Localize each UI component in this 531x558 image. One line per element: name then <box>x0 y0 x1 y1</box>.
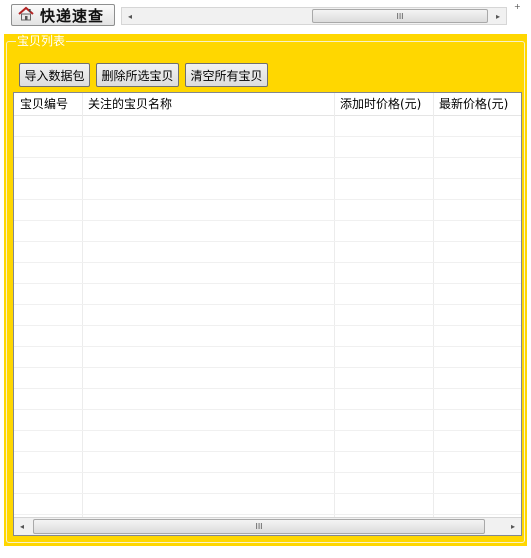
clear-all-button[interactable]: 清空所有宝贝 <box>185 63 268 87</box>
column-header-item-id[interactable]: 宝贝编号 <box>14 93 82 115</box>
top-toolbar: 快递速查 ◂ III ▸ + <box>0 0 531 34</box>
table-header: 宝贝编号 关注的宝贝名称 添加时价格(元) 最新价格(元) <box>14 93 521 116</box>
item-table[interactable]: 宝贝编号 关注的宝贝名称 添加时价格(元) 最新价格(元) ◂ III ▸ <box>13 92 522 536</box>
row-divider <box>14 493 521 494</box>
row-divider <box>14 409 521 410</box>
table-scrollbar-thumb[interactable]: III <box>33 519 485 534</box>
group-title: 宝贝列表 <box>16 34 67 48</box>
row-divider <box>14 220 521 221</box>
column-header-item-name[interactable]: 关注的宝贝名称 <box>82 93 334 115</box>
row-divider <box>14 283 521 284</box>
row-divider <box>14 514 521 515</box>
column-header-latest-price[interactable]: 最新价格(元) <box>433 93 521 115</box>
row-divider <box>14 472 521 473</box>
scroll-right-arrow-icon[interactable]: ▸ <box>490 8 506 24</box>
item-list-groupbox: 宝贝列表 导入数据包 删除所选宝贝 清空所有宝贝 宝贝编号 关注的宝贝名称 添加… <box>6 34 525 543</box>
scroll-left-arrow-icon[interactable]: ◂ <box>122 8 138 24</box>
delete-selected-button[interactable]: 删除所选宝贝 <box>96 63 179 87</box>
row-divider <box>14 136 521 137</box>
row-divider <box>14 430 521 431</box>
table-scroll-left-icon[interactable]: ◂ <box>14 518 30 535</box>
row-divider <box>14 178 521 179</box>
table-horizontal-scrollbar[interactable]: ◂ III ▸ <box>14 517 521 535</box>
express-lookup-label: 快递速查 <box>40 6 105 25</box>
row-divider <box>14 199 521 200</box>
grip-icon: III <box>396 11 404 21</box>
import-data-button[interactable]: 导入数据包 <box>19 63 90 87</box>
row-divider <box>14 325 521 326</box>
column-header-added-price[interactable]: 添加时价格(元) <box>334 93 433 115</box>
row-divider <box>14 304 521 305</box>
row-divider <box>14 367 521 368</box>
table-grip-icon: III <box>255 522 263 531</box>
row-divider <box>14 451 521 452</box>
table-scroll-right-icon[interactable]: ▸ <box>505 518 521 535</box>
top-horizontal-scrollbar[interactable]: ◂ III ▸ <box>121 7 507 25</box>
row-divider <box>14 388 521 389</box>
row-divider <box>14 157 521 158</box>
row-divider <box>14 262 521 263</box>
row-divider <box>14 346 521 347</box>
resize-grip-icon: + <box>514 2 521 11</box>
express-lookup-button[interactable]: 快递速查 <box>11 4 115 26</box>
house-icon <box>18 6 34 25</box>
scrollbar-thumb[interactable]: III <box>312 9 488 23</box>
favorites-panel: 宝贝列表 导入数据包 删除所选宝贝 清空所有宝贝 宝贝编号 关注的宝贝名称 添加… <box>4 34 527 546</box>
row-divider <box>14 241 521 242</box>
